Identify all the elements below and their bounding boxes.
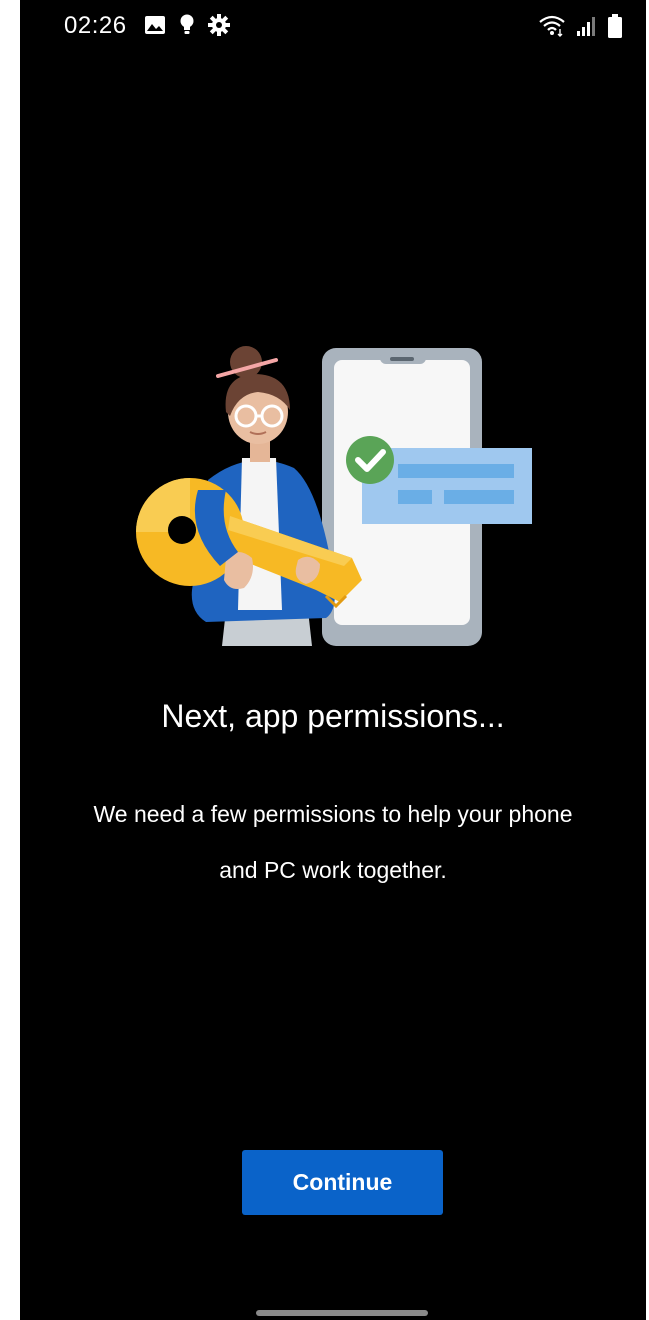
- permissions-illustration: [130, 340, 540, 650]
- lightbulb-icon: [180, 14, 194, 36]
- gear-icon: [208, 14, 230, 36]
- signal-icon: [576, 15, 598, 37]
- phone-screen: 02:26 Next, app permissions... We need a…: [20, 0, 646, 1320]
- status-bar: 02:26: [20, 0, 646, 56]
- status-icons-right: [538, 14, 622, 38]
- battery-icon: [608, 14, 622, 38]
- wifi-icon: [538, 15, 566, 37]
- verified-card-graphic: [346, 436, 532, 524]
- status-time: 02:26: [64, 12, 127, 39]
- page-description: We need a few permissions to help your p…: [93, 801, 573, 883]
- image-icon: [144, 15, 166, 35]
- status-icons-left: [144, 14, 230, 36]
- continue-button[interactable]: Continue: [242, 1150, 443, 1215]
- home-indicator[interactable]: [256, 1310, 428, 1316]
- page-title: Next, app permissions...: [161, 698, 505, 734]
